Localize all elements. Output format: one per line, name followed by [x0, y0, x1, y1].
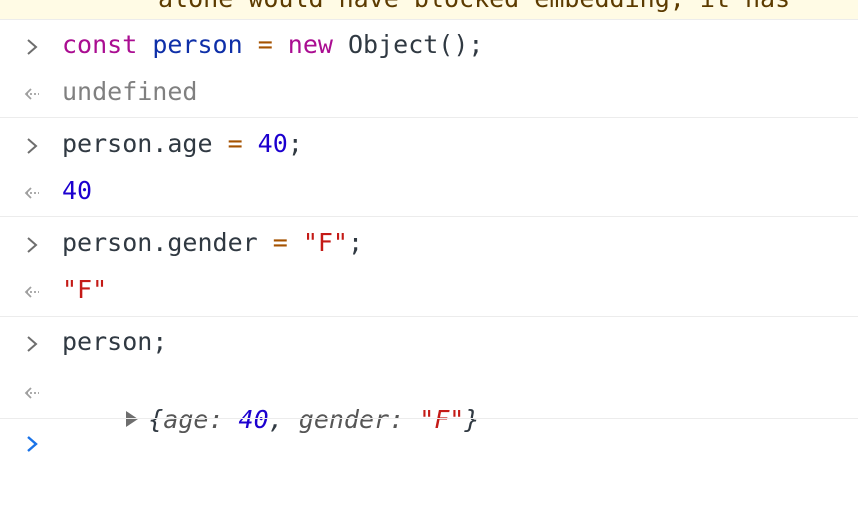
- console-result-row: 40: [0, 173, 858, 213]
- separator: [0, 418, 858, 419]
- input-code[interactable]: person.gender = "F";: [62, 228, 363, 257]
- console-input-row[interactable]: const person = new Object();: [0, 27, 858, 67]
- separator: [0, 216, 858, 217]
- console-input-field[interactable]: [62, 427, 822, 461]
- console-input-row[interactable]: person;: [0, 324, 858, 364]
- code-token: 40: [257, 129, 288, 158]
- console-result-row: "F": [0, 272, 858, 312]
- code-token: "F": [302, 228, 348, 257]
- result-value: "F": [62, 275, 107, 304]
- input-code[interactable]: person.age = 40;: [62, 129, 303, 158]
- code-token: const: [62, 30, 138, 59]
- code-token: =: [257, 228, 303, 257]
- console-input-row[interactable]: person.age = 40;: [0, 126, 858, 166]
- warning-banner: alone would have blocked embedding, it h…: [0, 0, 858, 20]
- code-token: person.age: [62, 129, 213, 158]
- return-arrow-icon: [24, 88, 39, 100]
- separator: [0, 117, 858, 118]
- separator: [0, 316, 858, 317]
- code-token: person;: [62, 327, 168, 356]
- console-input-row[interactable]: person.gender = "F";: [0, 225, 858, 265]
- warning-text: alone would have blocked embedding, it h…: [158, 0, 790, 13]
- code-token: =: [242, 30, 288, 59]
- console-result-row: undefined: [0, 74, 858, 114]
- code-token: undefined: [62, 77, 198, 106]
- chevron-right-icon: [27, 336, 38, 352]
- input-code[interactable]: const person = new Object();: [62, 30, 483, 59]
- chevron-right-icon: [27, 237, 38, 253]
- code-token: ;: [287, 129, 303, 158]
- code-token: person.gender: [62, 228, 258, 257]
- return-arrow-icon: [24, 187, 39, 199]
- return-arrow-icon: [24, 387, 39, 399]
- code-token: person: [152, 30, 243, 59]
- console-result-row[interactable]: {age: 40, gender: "F"}: [0, 373, 858, 434]
- chevron-right-icon: [27, 138, 38, 154]
- result-value: 40: [62, 176, 92, 205]
- chevron-right-icon: [27, 436, 38, 452]
- code-token: "F": [62, 275, 108, 304]
- chevron-right-icon: [27, 39, 38, 55]
- code-token: new: [287, 30, 333, 59]
- return-arrow-icon: [24, 286, 39, 298]
- code-token: ;: [347, 228, 364, 257]
- input-code[interactable]: person;: [62, 327, 167, 356]
- console-prompt[interactable]: [0, 424, 858, 464]
- code-token: =: [212, 129, 258, 158]
- result-value: undefined: [62, 77, 197, 106]
- code-token: Object();: [332, 30, 484, 59]
- separator: [0, 19, 858, 20]
- code-token: 40: [62, 176, 93, 205]
